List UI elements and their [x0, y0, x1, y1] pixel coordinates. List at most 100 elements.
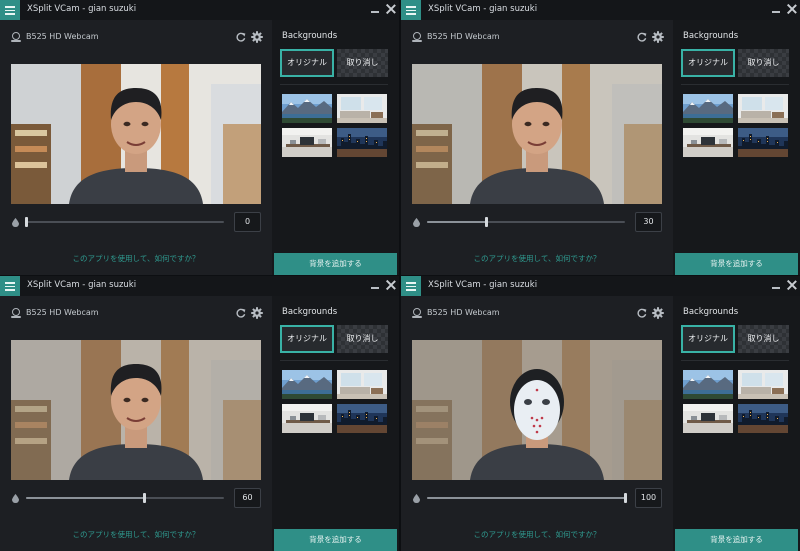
camera-header: B525 HD Webcam — [401, 296, 673, 330]
remove-background-button[interactable]: 取り消し — [738, 325, 789, 353]
blur-value-field[interactable]: 60 — [234, 488, 261, 508]
droplet-icon — [12, 218, 19, 227]
backgrounds-pane: Backgrounds オリジナル 取り消し 背景を追加する — [673, 296, 800, 551]
camera-header: B525 HD Webcam — [0, 20, 272, 54]
refresh-icon[interactable] — [236, 32, 246, 42]
city-night-thumbnail[interactable] — [738, 128, 788, 157]
feedback-link[interactable]: このアプリを使用して、如何ですか？ — [401, 529, 673, 540]
minimize-icon[interactable] — [371, 287, 379, 289]
gear-icon[interactable] — [652, 31, 664, 43]
blur-slider-fill — [26, 497, 145, 499]
camera-preview — [11, 340, 261, 480]
blur-value-field[interactable]: 0 — [234, 212, 261, 232]
blur-slider[interactable] — [427, 493, 627, 503]
refresh-icon[interactable] — [236, 308, 246, 318]
original-option-button[interactable]: オリジナル — [280, 325, 334, 353]
close-icon[interactable] — [786, 3, 798, 15]
hamburger-menu-icon[interactable] — [401, 276, 421, 296]
refresh-icon[interactable] — [637, 308, 647, 318]
mountain-lake-thumbnail[interactable] — [683, 370, 733, 399]
camera-pane: B525 HD Webcam — [401, 20, 673, 275]
original-option-button[interactable]: オリジナル — [280, 49, 334, 77]
feedback-link[interactable]: このアプリを使用して、如何ですか？ — [401, 253, 673, 264]
feedback-link[interactable]: このアプリを使用して、如何ですか？ — [0, 529, 272, 540]
add-background-button[interactable]: 背景を追加する — [274, 529, 397, 551]
hamburger-menu-icon[interactable] — [0, 0, 20, 20]
mountain-lake-thumbnail[interactable] — [282, 370, 332, 399]
gear-icon[interactable] — [652, 307, 664, 319]
window-title: XSplit VCam - gian suzuki — [27, 4, 137, 14]
blur-slider[interactable] — [427, 217, 625, 227]
camera-header: B525 HD Webcam — [401, 20, 673, 54]
hamburger-menu-icon[interactable] — [0, 276, 20, 296]
background-thumbnail-grid — [282, 94, 388, 158]
city-night-thumbnail[interactable] — [337, 404, 387, 433]
mountain-lake-thumbnail[interactable] — [683, 94, 733, 123]
gear-icon[interactable] — [251, 307, 263, 319]
bright-living-room-thumbnail[interactable] — [337, 94, 387, 123]
original-option-button[interactable]: オリジナル — [681, 49, 735, 77]
desk-workspace-thumbnail[interactable] — [683, 404, 733, 433]
desk-workspace-thumbnail[interactable] — [282, 128, 332, 157]
camera-pane: B525 HD Webcam — [0, 296, 272, 551]
blur-slider-handle[interactable] — [484, 217, 488, 227]
hamburger-menu-icon[interactable] — [401, 0, 421, 20]
backgrounds-heading: Backgrounds — [282, 307, 338, 317]
camera-name[interactable]: B525 HD Webcam — [26, 32, 99, 41]
bright-living-room-thumbnail[interactable] — [337, 370, 387, 399]
minimize-icon[interactable] — [772, 287, 780, 289]
blur-slider[interactable] — [26, 493, 224, 503]
gear-icon[interactable] — [251, 31, 263, 43]
vcam-window: XSplit VCam - gian suzuki B525 HD Webcam — [0, 0, 399, 275]
bright-living-room-thumbnail[interactable] — [738, 370, 788, 399]
camera-name[interactable]: B525 HD Webcam — [427, 32, 500, 41]
feedback-link[interactable]: このアプリを使用して、如何ですか？ — [0, 253, 272, 264]
blur-slider-row: 0 — [0, 211, 272, 233]
droplet-icon — [413, 218, 420, 227]
screenshot-grid: XSplit VCam - gian suzuki B525 HD Webcam — [0, 0, 800, 551]
background-thumbnail-grid — [683, 94, 789, 158]
remove-background-button[interactable]: 取り消し — [738, 49, 789, 77]
blur-slider-handle[interactable] — [143, 493, 147, 503]
mountain-lake-thumbnail[interactable] — [282, 94, 332, 123]
blur-slider-handle[interactable] — [623, 493, 627, 503]
blur-slider-fill — [427, 497, 625, 499]
vcam-window: XSplit VCam - gian suzuki B525 HD Webcam — [0, 276, 399, 551]
webcam-icon — [11, 308, 21, 319]
blur-slider-fill — [427, 221, 487, 223]
backgrounds-heading: Backgrounds — [683, 307, 739, 317]
camera-name[interactable]: B525 HD Webcam — [427, 308, 500, 317]
blur-slider-handle[interactable] — [24, 217, 28, 227]
close-icon[interactable] — [786, 279, 798, 291]
bright-living-room-thumbnail[interactable] — [738, 94, 788, 123]
minimize-icon[interactable] — [371, 11, 379, 13]
close-icon[interactable] — [385, 3, 397, 15]
city-night-thumbnail[interactable] — [738, 404, 788, 433]
desk-workspace-thumbnail[interactable] — [683, 128, 733, 157]
city-night-thumbnail[interactable] — [337, 128, 387, 157]
webcam-icon — [412, 32, 422, 43]
backgrounds-pane: Backgrounds オリジナル 取り消し 背景を追加する — [673, 20, 800, 275]
blur-slider[interactable] — [24, 217, 224, 227]
title-bar: XSplit VCam - gian suzuki — [0, 276, 399, 296]
camera-header: B525 HD Webcam — [0, 296, 272, 330]
backgrounds-heading: Backgrounds — [683, 31, 739, 41]
blur-value-field[interactable]: 100 — [635, 488, 662, 508]
camera-pane: B525 HD Webcam — [401, 296, 673, 551]
blur-value-field[interactable]: 30 — [635, 212, 662, 232]
droplet-icon — [413, 494, 420, 503]
vcam-window: XSplit VCam - gian suzuki B525 HD Webcam — [401, 276, 800, 551]
remove-background-button[interactable]: 取り消し — [337, 49, 388, 77]
refresh-icon[interactable] — [637, 32, 647, 42]
remove-background-button[interactable]: 取り消し — [337, 325, 388, 353]
backgrounds-pane: Backgrounds オリジナル 取り消し 背景を追加する — [272, 296, 399, 551]
add-background-button[interactable]: 背景を追加する — [675, 253, 798, 275]
blur-slider-row: 30 — [401, 211, 673, 233]
desk-workspace-thumbnail[interactable] — [282, 404, 332, 433]
minimize-icon[interactable] — [772, 11, 780, 13]
add-background-button[interactable]: 背景を追加する — [274, 253, 397, 275]
original-option-button[interactable]: オリジナル — [681, 325, 735, 353]
camera-name[interactable]: B525 HD Webcam — [26, 308, 99, 317]
close-icon[interactable] — [385, 279, 397, 291]
add-background-button[interactable]: 背景を追加する — [675, 529, 798, 551]
